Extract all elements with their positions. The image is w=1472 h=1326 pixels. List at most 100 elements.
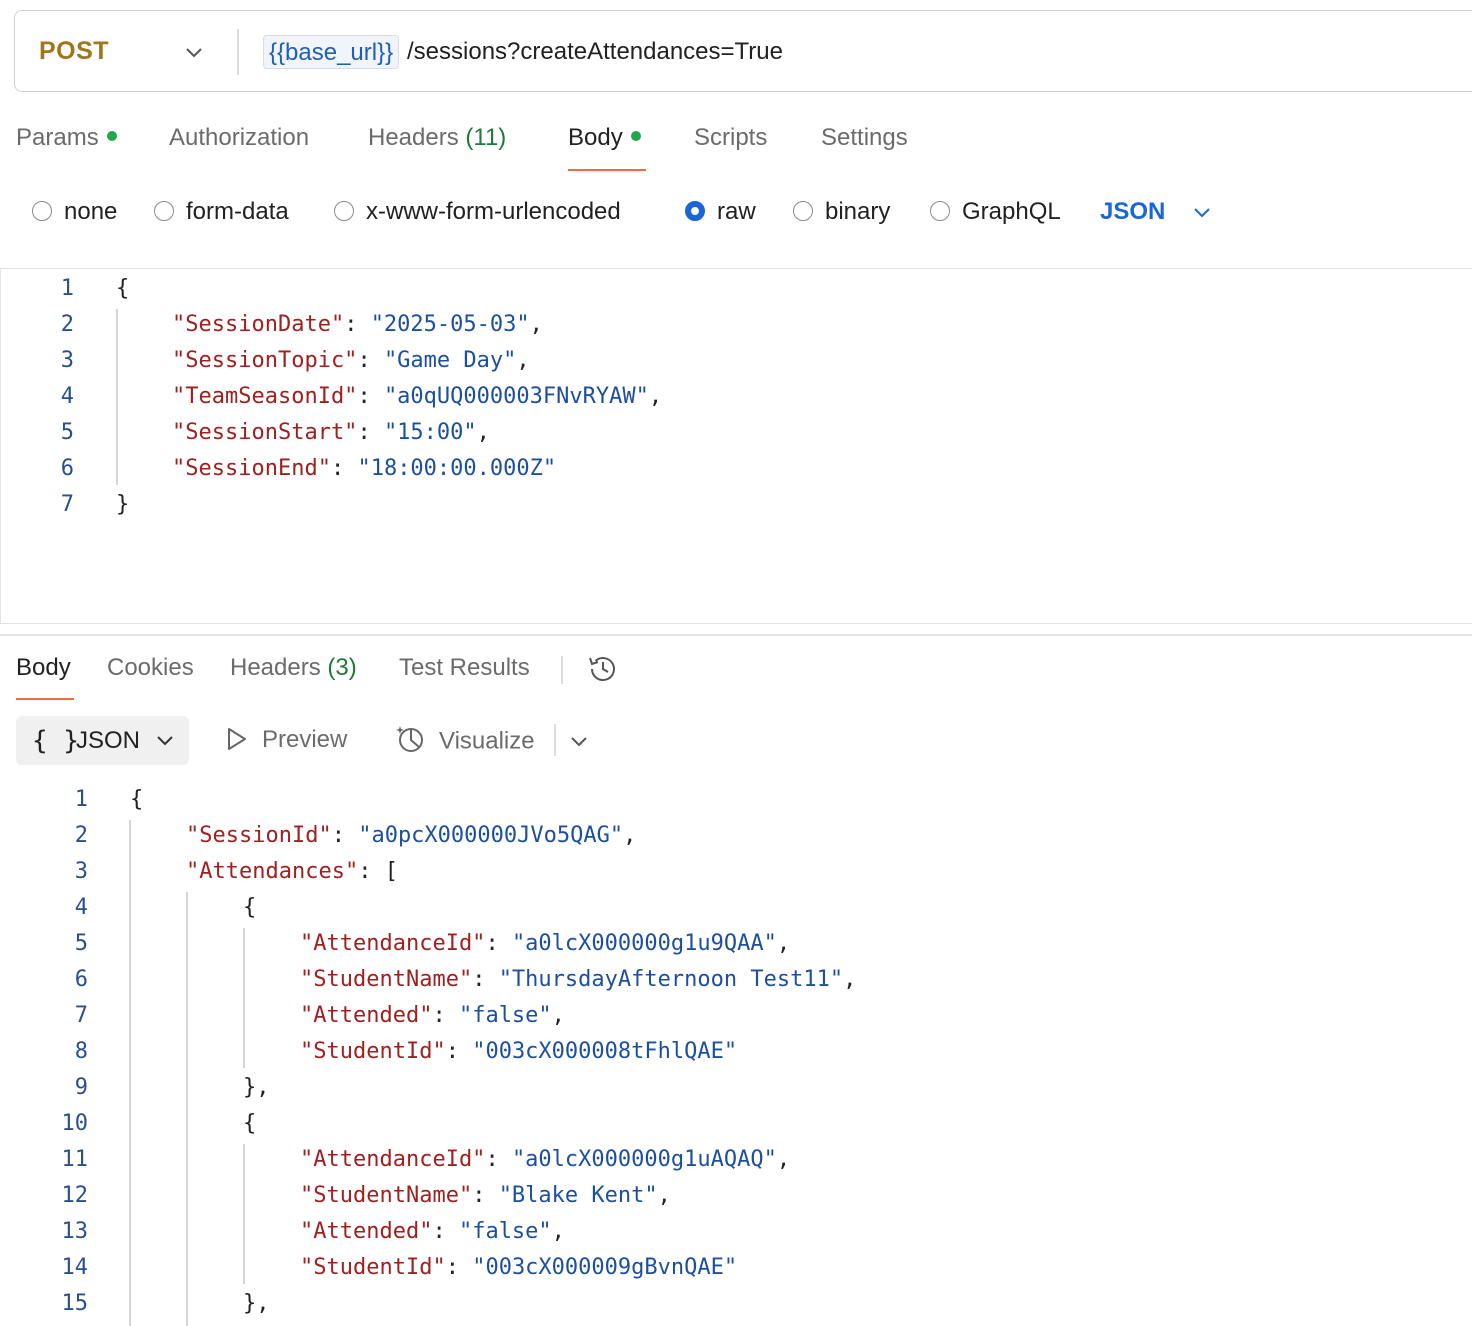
url-variable[interactable]: {{base_url}} bbox=[263, 35, 400, 69]
radio-x-www-form-urlencoded[interactable]: x-www-form-urlencoded bbox=[334, 198, 621, 226]
tab-scripts[interactable]: Scripts bbox=[694, 124, 767, 152]
radio-button[interactable] bbox=[334, 200, 354, 221]
chevron-down-icon[interactable] bbox=[1191, 201, 1213, 223]
tab-separator bbox=[561, 656, 563, 684]
line-number: 4 bbox=[60, 384, 74, 409]
json-key: "StudentName" bbox=[300, 1183, 473, 1208]
code-line: } bbox=[116, 492, 130, 517]
json-value: "Game Day" bbox=[383, 348, 517, 373]
radio-label: GraphQL bbox=[962, 198, 1061, 225]
radio-button[interactable] bbox=[793, 200, 813, 221]
indent-guide bbox=[129, 820, 131, 1326]
response-tab-test-results[interactable]: Test Results bbox=[399, 654, 530, 682]
tab-label: Headers bbox=[230, 654, 321, 681]
json-key: "Attended" bbox=[300, 1219, 433, 1244]
radio-button[interactable] bbox=[930, 200, 950, 221]
json-key: "StudentId" bbox=[300, 1255, 446, 1280]
chevron-down-icon[interactable] bbox=[183, 41, 205, 63]
radio-label: raw bbox=[717, 198, 756, 225]
radio-raw[interactable]: raw bbox=[685, 198, 756, 226]
response-tab-body[interactable]: Body bbox=[16, 654, 71, 682]
json-key: "StudentName" bbox=[300, 967, 473, 992]
code-line: { bbox=[243, 895, 257, 920]
radio-button-selected[interactable] bbox=[685, 200, 705, 221]
json-key: "SessionEnd" bbox=[172, 456, 331, 481]
radio-graphql[interactable]: GraphQL bbox=[930, 198, 1061, 226]
json-key: "SessionDate" bbox=[172, 312, 345, 337]
json-key: "AttendanceId" bbox=[300, 1147, 486, 1172]
json-value: "2025-05-03" bbox=[370, 312, 530, 337]
active-tab-indicator bbox=[568, 169, 646, 171]
code-line: { bbox=[130, 787, 144, 812]
status-dot bbox=[630, 130, 641, 141]
preview-label: Preview bbox=[262, 726, 348, 753]
response-tab-headers[interactable]: Headers (3) bbox=[230, 654, 357, 682]
line-number: 9 bbox=[74, 1075, 88, 1100]
code-line: "Attended": "false", bbox=[300, 1003, 565, 1028]
radio-label: binary bbox=[825, 198, 891, 225]
line-number: 4 bbox=[74, 895, 88, 920]
line-number: 7 bbox=[60, 492, 74, 517]
method-selector[interactable]: POST bbox=[39, 37, 109, 66]
radio-form-data[interactable]: form-data bbox=[154, 198, 289, 226]
radio-binary[interactable]: binary bbox=[793, 198, 890, 226]
json-value: "a0lcX000000g1u9QAA" bbox=[511, 931, 777, 956]
history-icon[interactable] bbox=[586, 652, 620, 686]
json-value: "Blake Kent" bbox=[498, 1183, 658, 1208]
line-number: 2 bbox=[60, 312, 74, 337]
json-key: "AttendanceId" bbox=[300, 931, 486, 956]
radio-label: x-www-form-urlencoded bbox=[366, 198, 621, 225]
chevron-down-icon bbox=[157, 736, 173, 746]
headers-count: (3) bbox=[327, 654, 357, 681]
response-tab-cookies[interactable]: Cookies bbox=[107, 654, 194, 682]
url-divider bbox=[237, 29, 239, 75]
panel-divider[interactable] bbox=[0, 634, 1472, 636]
radio-none[interactable]: none bbox=[32, 198, 117, 226]
tab-label: Scripts bbox=[694, 124, 768, 151]
json-key: "SessionTopic" bbox=[172, 348, 358, 373]
line-number: 5 bbox=[60, 420, 74, 445]
status-dot bbox=[106, 130, 117, 141]
tab-params[interactable]: Params bbox=[16, 124, 117, 152]
code-line: "AttendanceId": "a0lcX000000g1uAQAQ", bbox=[300, 1147, 791, 1172]
line-number: 5 bbox=[74, 931, 88, 956]
line-number: 10 bbox=[61, 1111, 89, 1136]
code-line: "SessionDate": "2025-05-03", bbox=[172, 312, 543, 337]
tab-label: Params bbox=[16, 124, 99, 151]
indent-guide bbox=[186, 892, 188, 1326]
tab-headers[interactable]: Headers (11) bbox=[368, 124, 506, 152]
radio-button[interactable] bbox=[32, 200, 52, 221]
line-number: 6 bbox=[74, 967, 88, 992]
preview-button[interactable]: Preview bbox=[226, 726, 347, 754]
line-number: 13 bbox=[61, 1219, 89, 1244]
body-format-select[interactable]: JSON bbox=[1100, 198, 1165, 226]
json-value: "003cX000009gBvnQAE" bbox=[472, 1255, 738, 1280]
tab-label: Authorization bbox=[169, 124, 310, 151]
code-line: "AttendanceId": "a0lcX000000g1u9QAA", bbox=[300, 931, 791, 956]
active-tab-indicator bbox=[16, 698, 74, 700]
code-line: { bbox=[243, 1111, 257, 1136]
chevron-down-icon[interactable] bbox=[568, 730, 590, 752]
json-value: "18:00:00.000Z" bbox=[357, 456, 557, 481]
json-value: "15:00" bbox=[383, 420, 477, 445]
tab-settings[interactable]: Settings bbox=[821, 124, 908, 152]
indent-guide bbox=[116, 309, 118, 485]
tab-body[interactable]: Body bbox=[568, 124, 641, 152]
radio-label: none bbox=[64, 198, 118, 225]
code-line: "Attended": "false", bbox=[300, 1219, 565, 1244]
radio-button[interactable] bbox=[154, 200, 174, 221]
visualize-icon bbox=[396, 726, 423, 752]
line-number: 3 bbox=[60, 348, 74, 373]
response-format-button[interactable]: { } JSON bbox=[16, 716, 189, 765]
url-input[interactable]: /sessions?createAttendances=True bbox=[407, 38, 783, 66]
tab-authorization[interactable]: Authorization bbox=[169, 124, 309, 152]
headers-count: (11) bbox=[465, 124, 507, 151]
visualize-button[interactable]: Visualize bbox=[395, 726, 535, 758]
code-line: "SessionId": "a0pcX000000JVo5QAG", bbox=[186, 823, 637, 848]
play-icon bbox=[228, 727, 246, 750]
json-bracket: [ bbox=[384, 859, 398, 884]
line-number: 7 bbox=[74, 1003, 88, 1028]
json-value: "ThursdayAfternoon Test11" bbox=[498, 967, 844, 992]
toolbar-separator bbox=[554, 724, 556, 756]
line-number: 14 bbox=[61, 1255, 89, 1280]
